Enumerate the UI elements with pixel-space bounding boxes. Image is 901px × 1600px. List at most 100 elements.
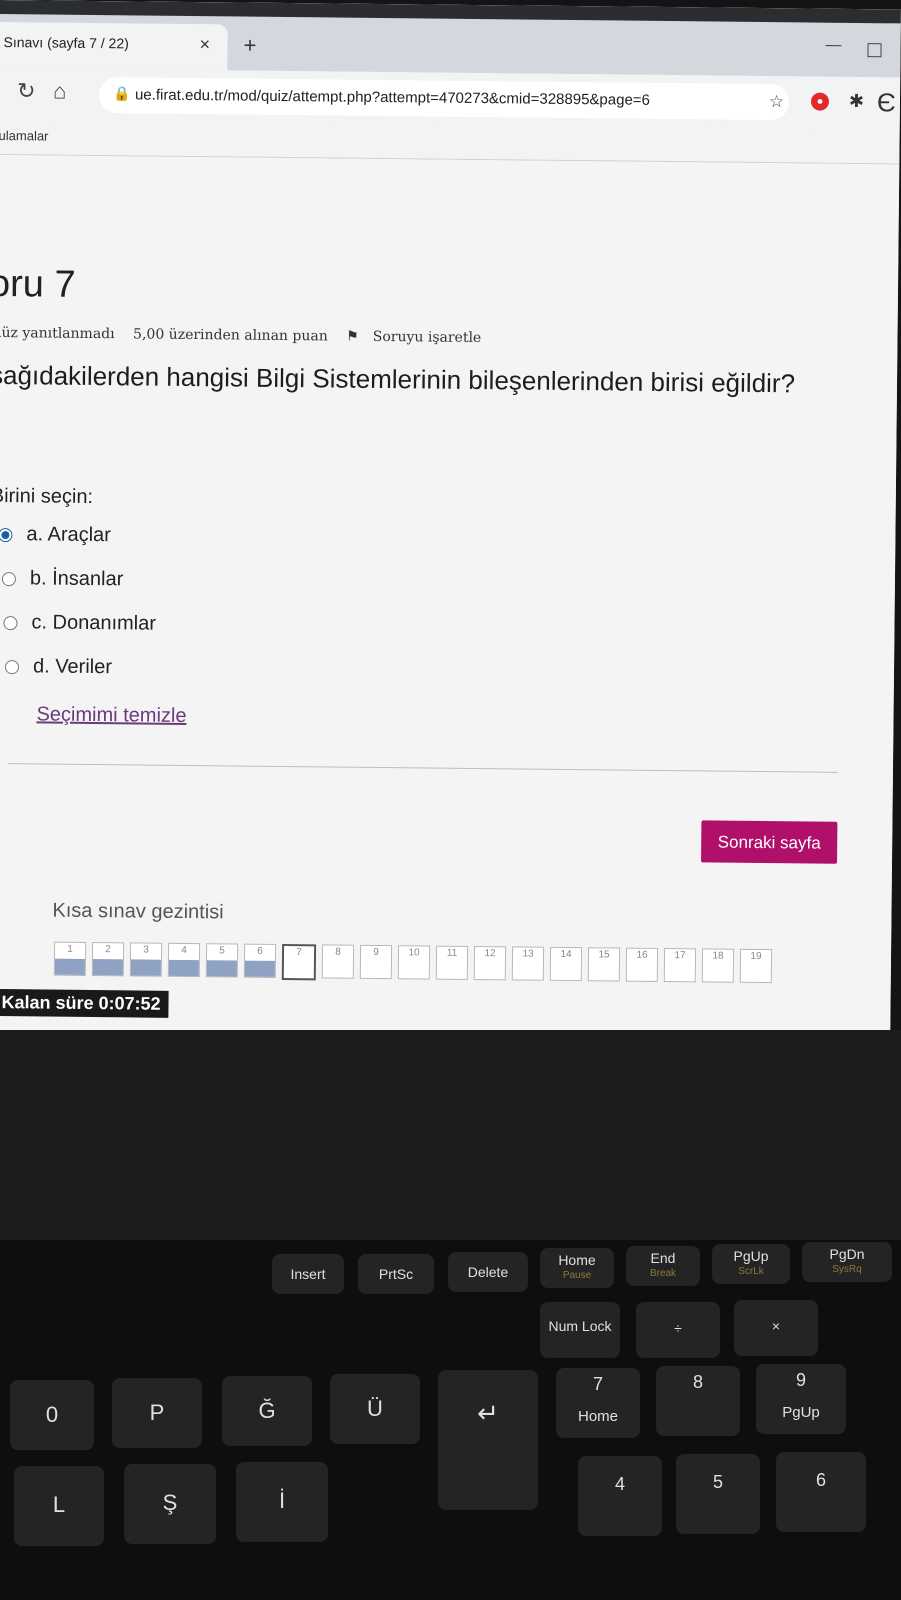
key-num-8[interactable]: 8 (656, 1366, 740, 1436)
key-p[interactable]: P (112, 1378, 202, 1448)
key-insert[interactable]: Insert (272, 1254, 344, 1294)
key-label: Insert (290, 1266, 326, 1282)
quiz-nav-button[interactable]: 16 (625, 947, 659, 982)
key-label: Num Lock (548, 1318, 612, 1334)
key-label: 9 (795, 1370, 806, 1390)
quiz-nav-button[interactable]: 19 (739, 948, 773, 984)
key-l[interactable]: L (14, 1466, 104, 1546)
question-status: nüz yanıtlanmadı (0, 324, 115, 343)
key-label: Ş (162, 1490, 178, 1515)
quiz-nav-button[interactable]: 18 (701, 948, 735, 983)
quiz-nav-button[interactable]: 6 (243, 943, 277, 978)
quiz-nav-button[interactable]: 5 (205, 943, 239, 978)
new-tab-button[interactable]: + (243, 33, 256, 59)
quiz-nav-number: 4 (181, 944, 187, 957)
quiz-nav-number: 12 (484, 948, 496, 960)
quiz-nav-button[interactable]: 15 (587, 947, 621, 982)
key-num-9[interactable]: 9 PgUp (756, 1364, 846, 1434)
reload-icon[interactable]: ↻ (17, 78, 36, 104)
key-num-7[interactable]: 7 Home (556, 1368, 640, 1438)
answer-option-d[interactable]: d. Veriler (4, 655, 112, 679)
quiz-nav-button[interactable]: 11 (435, 945, 469, 980)
puzzle-icon[interactable]: ✱ (849, 91, 864, 112)
key-prtsc[interactable]: PrtSc (358, 1254, 434, 1294)
key-label: 4 (614, 1474, 625, 1494)
address-bar[interactable]: 🔒 ue.firat.edu.tr/mod/quiz/attempt.php?a… (98, 77, 790, 121)
quiz-nav-number: 3 (143, 944, 149, 956)
minimize-button[interactable]: — (825, 37, 841, 55)
key-num-lock[interactable]: Num Lock (540, 1302, 620, 1358)
window-frame (0, 0, 901, 24)
maximize-button[interactable] (867, 43, 882, 58)
quiz-nav-button[interactable]: 12 (473, 946, 507, 981)
key-label: PgDn (829, 1246, 865, 1262)
radio-selected[interactable] (0, 527, 13, 542)
key-pgup[interactable]: PgUp ScrLk (712, 1244, 790, 1284)
quiz-nav-number: 8 (335, 946, 341, 958)
answer-option-b[interactable]: b. İnsanlar (1, 567, 124, 591)
quiz-nav-number: 9 (373, 946, 379, 959)
key-label: Delete (467, 1264, 509, 1280)
quiz-nav-button[interactable]: 3 (129, 942, 163, 977)
answer-option-a[interactable]: a. Araçlar (0, 523, 111, 547)
close-icon[interactable]: × (199, 34, 210, 55)
home-icon[interactable]: ⌂ (53, 79, 67, 105)
key-end[interactable]: End Break (626, 1246, 700, 1286)
keyboard: Insert PrtSc Delete Home Pause End Break P… (0, 1240, 901, 1600)
key-home[interactable]: Home Pause (540, 1248, 614, 1288)
flag-question-link[interactable]: ⚑ Soruyu işaretle (346, 329, 495, 347)
radio[interactable] (3, 615, 18, 630)
key-num-6[interactable]: 6 (776, 1452, 866, 1532)
quiz-navigation-title: Kısa sınav gezintisi (52, 899, 224, 924)
quiz-nav-button[interactable]: 10 (397, 945, 431, 980)
key-label: ÷ (674, 1320, 682, 1336)
key-multiply[interactable]: × (734, 1300, 818, 1356)
key-divide[interactable]: ÷ (636, 1302, 720, 1358)
quiz-nav-button[interactable]: 14 (549, 946, 583, 982)
key-label: PrtSc (378, 1266, 414, 1282)
key-g-breve[interactable]: Ğ (222, 1376, 312, 1446)
key-label: 8 (692, 1372, 703, 1392)
key-label: İ (278, 1488, 286, 1513)
quiz-nav-number: 16 (636, 949, 648, 961)
key-label: × (771, 1318, 781, 1334)
star-icon[interactable]: ☆ (769, 92, 784, 112)
browser-toolbar: ↻ ⌂ 🔒 ue.firat.edu.tr/mod/quiz/attempt.p… (0, 67, 901, 130)
quiz-nav-number: 11 (446, 947, 458, 959)
quiz-nav-button[interactable]: 4 (167, 942, 201, 978)
quiz-nav-button[interactable]: 17 (663, 948, 697, 983)
next-page-button[interactable]: Sonraki sayfa (701, 820, 838, 864)
key-num-4[interactable]: 4 (578, 1456, 662, 1536)
option-label: b. İnsanlar (29, 567, 124, 591)
quiz-nav-number: 13 (522, 948, 534, 960)
quiz-nav-number: 14 (560, 948, 572, 961)
profile-icon[interactable]: Є (877, 87, 896, 118)
quiz-nav-button[interactable]: 1 (53, 941, 87, 976)
quiz-nav-button[interactable]: 8 (321, 944, 355, 979)
key-pgdn[interactable]: PgDn SysRq (802, 1242, 892, 1282)
radio[interactable] (1, 571, 17, 586)
quiz-nav-button[interactable]: 2 (91, 942, 125, 977)
quiz-page: oru 7 nüz yanıtlanmadı 5,00 üzerinden al… (0, 154, 900, 1040)
key-enter[interactable]: ↵ (438, 1370, 538, 1510)
radio[interactable] (4, 659, 20, 674)
clear-choice-link[interactable]: Seçimimi temizle (36, 703, 186, 728)
bookmark-item[interactable]: ulamalar (0, 128, 49, 144)
extension-icon[interactable]: ● (810, 92, 830, 111)
key-i-dot[interactable]: İ (236, 1462, 328, 1542)
quiz-nav-number: 2 (105, 944, 111, 956)
browser-tab[interactable]: Sınavı (sayfa 7 / 22) × (0, 21, 228, 71)
key-0[interactable]: 0 (10, 1380, 94, 1450)
answer-option-c[interactable]: c. Donanımlar (3, 611, 156, 636)
key-u-umlaut[interactable]: Ü (330, 1374, 420, 1444)
key-s-cedilla[interactable]: Ş (124, 1464, 216, 1544)
key-label: Home (558, 1252, 596, 1268)
quiz-nav-button[interactable]: 9 (359, 944, 393, 980)
quiz-nav-button[interactable]: 7 (281, 944, 317, 981)
key-delete[interactable]: Delete (448, 1252, 528, 1292)
quiz-nav-button[interactable]: 13 (511, 946, 545, 981)
key-num-5[interactable]: 5 (676, 1454, 760, 1534)
question-points: 5,00 üzerinden alınan puan (133, 326, 328, 345)
key-label: Ü (367, 1396, 383, 1421)
flag-icon: ⚑ (346, 328, 359, 345)
